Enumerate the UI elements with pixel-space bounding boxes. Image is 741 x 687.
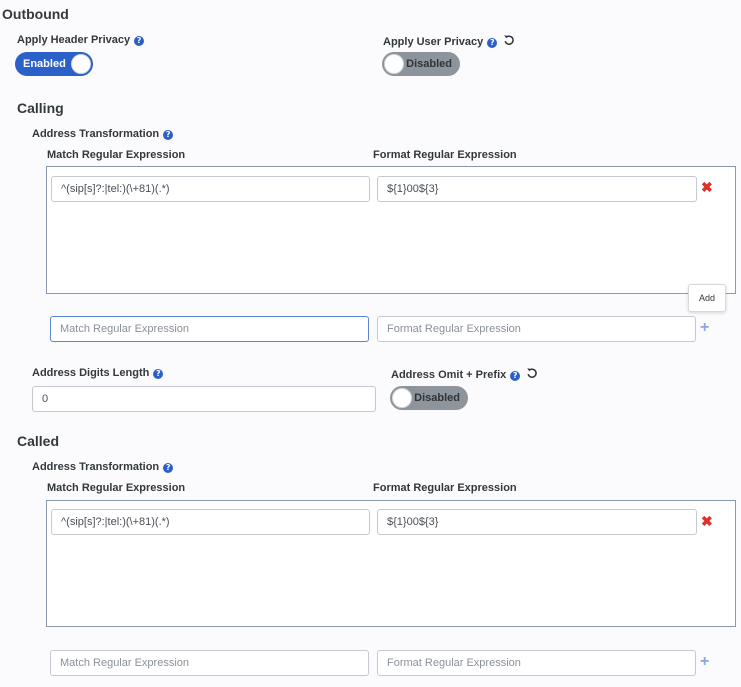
called-address-transformation-label: Address Transformation? — [32, 461, 174, 473]
apply-header-privacy-text: Apply Header Privacy — [17, 34, 131, 46]
remove-x-icon[interactable]: ✖ — [701, 514, 713, 528]
plus-icon[interactable]: + — [700, 654, 709, 670]
address-omit-prefix-label: Address Omit + Prefix? — [391, 367, 538, 381]
plus-icon[interactable]: + — [700, 320, 709, 336]
toggle-state-label: Disabled — [414, 392, 460, 404]
called-format-header: Format Regular Expression — [373, 482, 517, 494]
called-address-transformation-text: Address Transformation — [32, 461, 160, 473]
calling-section-title: Calling — [17, 100, 64, 116]
apply-user-privacy-toggle[interactable]: Disabled — [382, 52, 460, 76]
help-icon[interactable]: ? — [487, 38, 498, 48]
calling-match-header: Match Regular Expression — [47, 149, 186, 161]
undo-icon[interactable] — [526, 367, 538, 379]
toggle-state-label: Disabled — [406, 58, 452, 70]
help-icon[interactable]: ? — [510, 371, 521, 381]
calling-match-input[interactable]: ^(sip[s]?:|tel:)(\+81)(.*) — [51, 176, 370, 202]
called-match-header: Match Regular Expression — [47, 482, 186, 494]
toggle-knob — [392, 388, 412, 408]
address-omit-prefix-text: Address Omit + Prefix — [391, 369, 507, 381]
called-section-title: Called — [17, 433, 60, 449]
called-match-input[interactable]: ^(sip[s]?:|tel:)(\+81)(.*) — [51, 509, 370, 535]
apply-user-privacy-text: Apply User Privacy — [383, 36, 484, 48]
toggle-knob — [384, 54, 404, 74]
apply-header-privacy-toggle[interactable]: Enabled — [15, 52, 93, 76]
apply-header-privacy-label: Apply Header Privacy? — [17, 34, 145, 46]
remove-x-icon[interactable]: ✖ — [701, 180, 713, 194]
calling-transformation-list: ^(sip[s]?:|tel:)(\+81)(.*) ${1}00${3} ✖ — [46, 166, 736, 294]
help-icon[interactable]: ? — [153, 369, 164, 379]
address-digits-length-text: Address Digits Length — [32, 367, 150, 379]
calling-address-transformation-text: Address Transformation — [32, 128, 160, 140]
called-new-format-input[interactable]: Format Regular Expression — [377, 650, 696, 676]
calling-new-format-input[interactable]: Format Regular Expression — [377, 316, 696, 342]
calling-format-input[interactable]: ${1}00${3} — [377, 176, 697, 202]
address-omit-prefix-toggle[interactable]: Disabled — [390, 386, 468, 410]
toggle-state-label: Enabled — [23, 58, 66, 70]
help-icon[interactable]: ? — [163, 463, 174, 473]
help-icon[interactable]: ? — [163, 130, 174, 140]
address-digits-length-input[interactable]: 0 — [32, 386, 376, 412]
undo-icon[interactable] — [503, 34, 515, 46]
calling-new-match-input[interactable]: Match Regular Expression — [50, 316, 369, 342]
help-icon[interactable]: ? — [134, 36, 145, 46]
calling-format-header: Format Regular Expression — [373, 149, 517, 161]
add-tooltip: Add — [688, 284, 726, 312]
apply-user-privacy-label: Apply User Privacy? — [383, 34, 515, 48]
calling-address-transformation-label: Address Transformation? — [32, 128, 174, 140]
outbound-section-title: Outbound — [2, 6, 69, 22]
called-new-match-input[interactable]: Match Regular Expression — [50, 650, 369, 676]
address-digits-length-label: Address Digits Length? — [32, 367, 164, 379]
called-format-input[interactable]: ${1}00${3} — [377, 509, 697, 535]
called-transformation-list: ^(sip[s]?:|tel:)(\+81)(.*) ${1}00${3} ✖ — [46, 500, 736, 627]
toggle-knob — [71, 54, 91, 74]
